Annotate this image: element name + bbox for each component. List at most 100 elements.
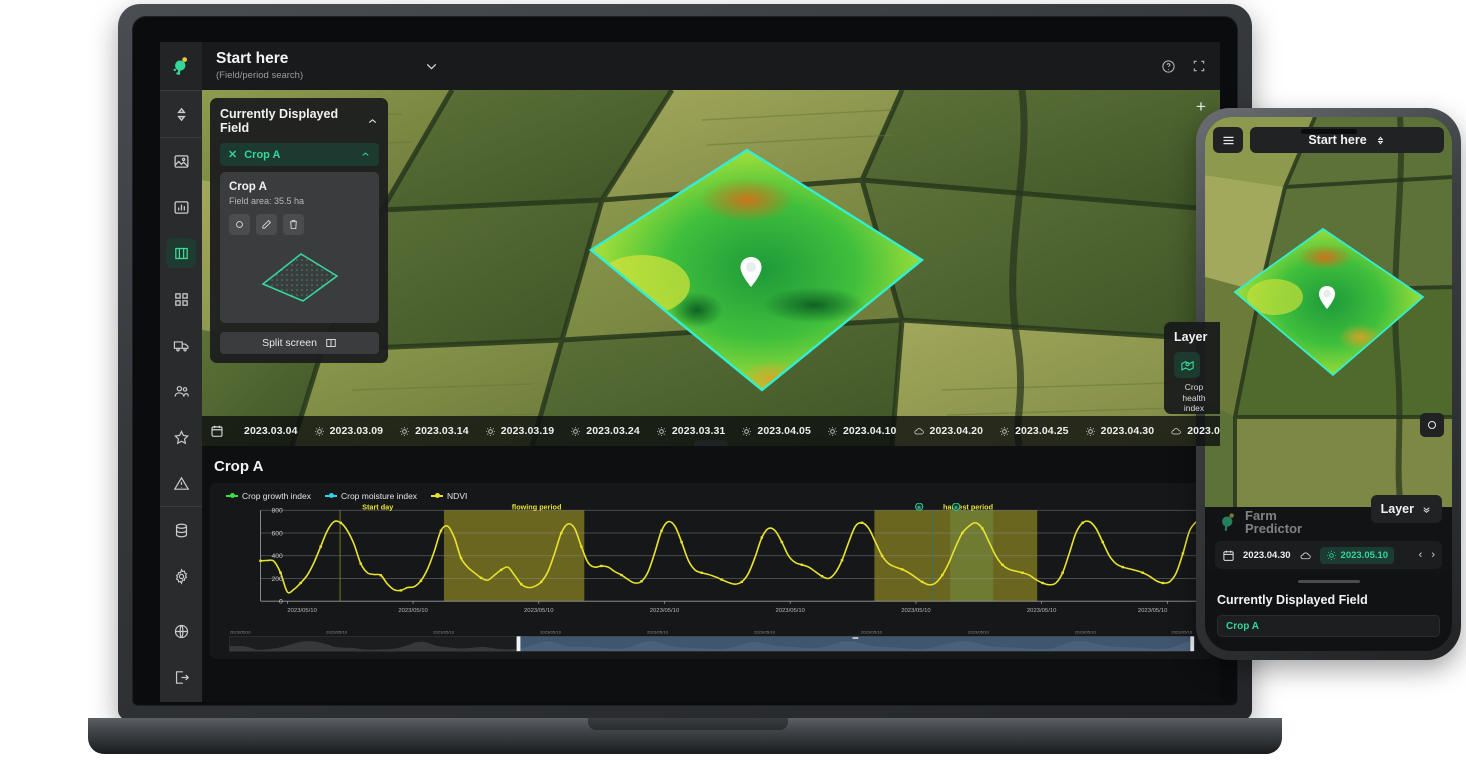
fullscreen-icon[interactable] (1192, 59, 1206, 73)
sidebar-item-imagery[interactable] (166, 146, 196, 176)
phone-locate-button[interactable] (1420, 413, 1444, 437)
sidebar (160, 42, 202, 702)
phone-bottom-sheet: Currently Displayed Field Crop A (1205, 573, 1452, 651)
sidebar-item-logout[interactable] (166, 662, 196, 692)
chart-badge[interactable]: B (952, 503, 961, 511)
sidebar-item-database[interactable] (166, 515, 196, 545)
sidebar-item-alerts[interactable] (166, 468, 196, 498)
calendar-icon[interactable] (210, 424, 224, 438)
brush-tick-label: 2023/05/10 (1075, 630, 1097, 635)
field-card-title: Crop A (229, 181, 267, 193)
phone-date-selected-chip[interactable]: 2023.05.10 (1319, 546, 1395, 564)
date-item[interactable]: 2023.03.19 (477, 422, 563, 440)
calendar-icon[interactable] (1222, 549, 1235, 562)
chevron-up-icon[interactable] (366, 115, 379, 128)
delete-field-button[interactable] (283, 214, 304, 235)
phone-layer-button[interactable]: Layer (1370, 495, 1442, 523)
sidebar-divider-3 (160, 506, 202, 507)
date-label: 2023.03.19 (500, 425, 555, 437)
brush-tick-label: 2023/05/10 (754, 630, 776, 635)
top-bar-actions (1161, 59, 1206, 74)
date-item[interactable]: 2023.03.04 (236, 422, 306, 440)
legend-entry[interactable]: Crop growth index (226, 491, 311, 501)
field-card: Crop A Field area: 35.5 ha (220, 172, 379, 323)
map-view[interactable]: + Currently Displayed Field ✕ Crop A Cro… (202, 90, 1220, 446)
brush-handle-left[interactable] (516, 636, 521, 652)
sun-icon (999, 426, 1010, 437)
legend-entry[interactable]: Crop moisture index (324, 491, 418, 501)
main-area: Start here (Field/period search) + Curre… (202, 42, 1220, 702)
chart-annotation: harvest period (943, 503, 993, 511)
brush-tick-label: 2023/05/10 (540, 630, 562, 635)
map-pin-icon[interactable] (738, 256, 764, 288)
header-title-group[interactable]: Start here (Field/period search) (216, 51, 303, 81)
field-card-area: Field area: 35.5 ha (229, 196, 305, 206)
layer-panel[interactable]: Layer Crop health index (1164, 322, 1220, 414)
chart-range-slider[interactable]: 2023/05/10 2023/05/10 2023/05/10 2023/05/10… (224, 629, 1198, 653)
sun-icon (656, 426, 667, 437)
date-item[interactable]: 2023.03.09 (306, 422, 392, 440)
sun-icon (1326, 550, 1337, 561)
chevron-down-icon[interactable] (423, 58, 440, 75)
locate-field-button[interactable] (229, 214, 250, 235)
hamburger-icon[interactable] (1213, 127, 1243, 153)
app-logo[interactable] (160, 42, 202, 90)
cloud-icon (1170, 425, 1182, 437)
sidebar-item-language[interactable] (166, 616, 196, 646)
phone-date-prev[interactable]: 2023.04.30 (1243, 550, 1291, 561)
chevron-right-icon[interactable]: › (1431, 549, 1435, 561)
close-icon[interactable]: ✕ (228, 148, 237, 161)
date-item[interactable]: 2023.05.10 (1162, 422, 1220, 440)
brush-tick-label: 2023/05/10 (433, 630, 455, 635)
sidebar-item-team[interactable] (166, 376, 196, 406)
legend-label: Crop moisture index (340, 491, 418, 501)
brush-grip[interactable] (852, 637, 859, 639)
date-item[interactable]: 2023.04.25 (991, 422, 1077, 440)
brush-tick-label: 2023/05/10 (968, 630, 990, 635)
x-tick-label: 2023/05/10 (1027, 608, 1057, 614)
sidebar-item-logistics[interactable] (166, 330, 196, 360)
date-item[interactable]: 2023.03.14 (391, 422, 477, 440)
date-item[interactable]: 2023.03.31 (648, 422, 734, 440)
chart-annotation: flowing period (512, 503, 562, 511)
sidebar-item-settings[interactable] (166, 561, 196, 591)
sidebar-item-sort-toggle[interactable] (166, 99, 196, 129)
sidebar-item-dashboard[interactable] (166, 284, 196, 314)
field-chip-crop-a[interactable]: ✕ Crop A (220, 143, 379, 166)
chart-plot[interactable]: 0 200 400 600 800 2023/05/10 2023/05/10 2023/05… (218, 503, 1204, 623)
sheet-grabber[interactable] (1297, 580, 1360, 583)
phone-field-chip[interactable]: Crop A (1217, 615, 1440, 637)
x-tick-label: 2023/05/10 (287, 608, 317, 614)
date-item[interactable]: 2023.04.20 (905, 422, 992, 440)
phone-map-view[interactable] (1205, 117, 1452, 507)
sidebar-item-fields-map[interactable] (166, 238, 196, 268)
date-item[interactable]: 2023.04.05 (733, 422, 819, 440)
date-item[interactable]: 2023.04.10 (819, 422, 905, 440)
phone-date-bar[interactable]: 2023.04.30 2023.05.10 ‹ › (1215, 541, 1442, 569)
sidebar-item-analytics[interactable] (166, 192, 196, 222)
split-screen-button[interactable]: Split screen (220, 332, 379, 354)
x-tick-label: 2023/05/10 (901, 608, 931, 614)
legend-swatch (431, 493, 444, 498)
field-pin-icon[interactable] (1174, 352, 1200, 378)
date-label: 2023.03.24 (586, 425, 640, 437)
date-item[interactable]: 2023.03.24 (562, 422, 648, 440)
chevron-up-icon[interactable] (360, 149, 371, 160)
brush-handle-right[interactable] (1190, 636, 1195, 652)
sun-icon (741, 426, 752, 437)
chevron-left-icon[interactable]: ‹ (1419, 549, 1423, 561)
content-area: + Currently Displayed Field ✕ Crop A Cro… (202, 90, 1220, 702)
edit-field-button[interactable] (256, 214, 277, 235)
phone-title: Start here (1308, 133, 1367, 147)
sidebar-item-favorites[interactable] (166, 422, 196, 452)
collapse-map-button[interactable] (694, 440, 728, 446)
brush-tick-label: 2023/05/10 (861, 630, 883, 635)
date-item[interactable]: 2023.04.30 (1077, 422, 1163, 440)
legend-entry[interactable]: NDVI (431, 491, 467, 501)
help-circle-icon[interactable] (1161, 59, 1176, 74)
chart-badge[interactable]: B (915, 503, 924, 511)
watermark-line-2: Predictor (1245, 521, 1303, 536)
map-zoom-in-button[interactable]: + (1190, 96, 1212, 118)
phone-map-pin-icon[interactable] (1317, 285, 1337, 310)
chart-label: 600 (271, 530, 283, 537)
